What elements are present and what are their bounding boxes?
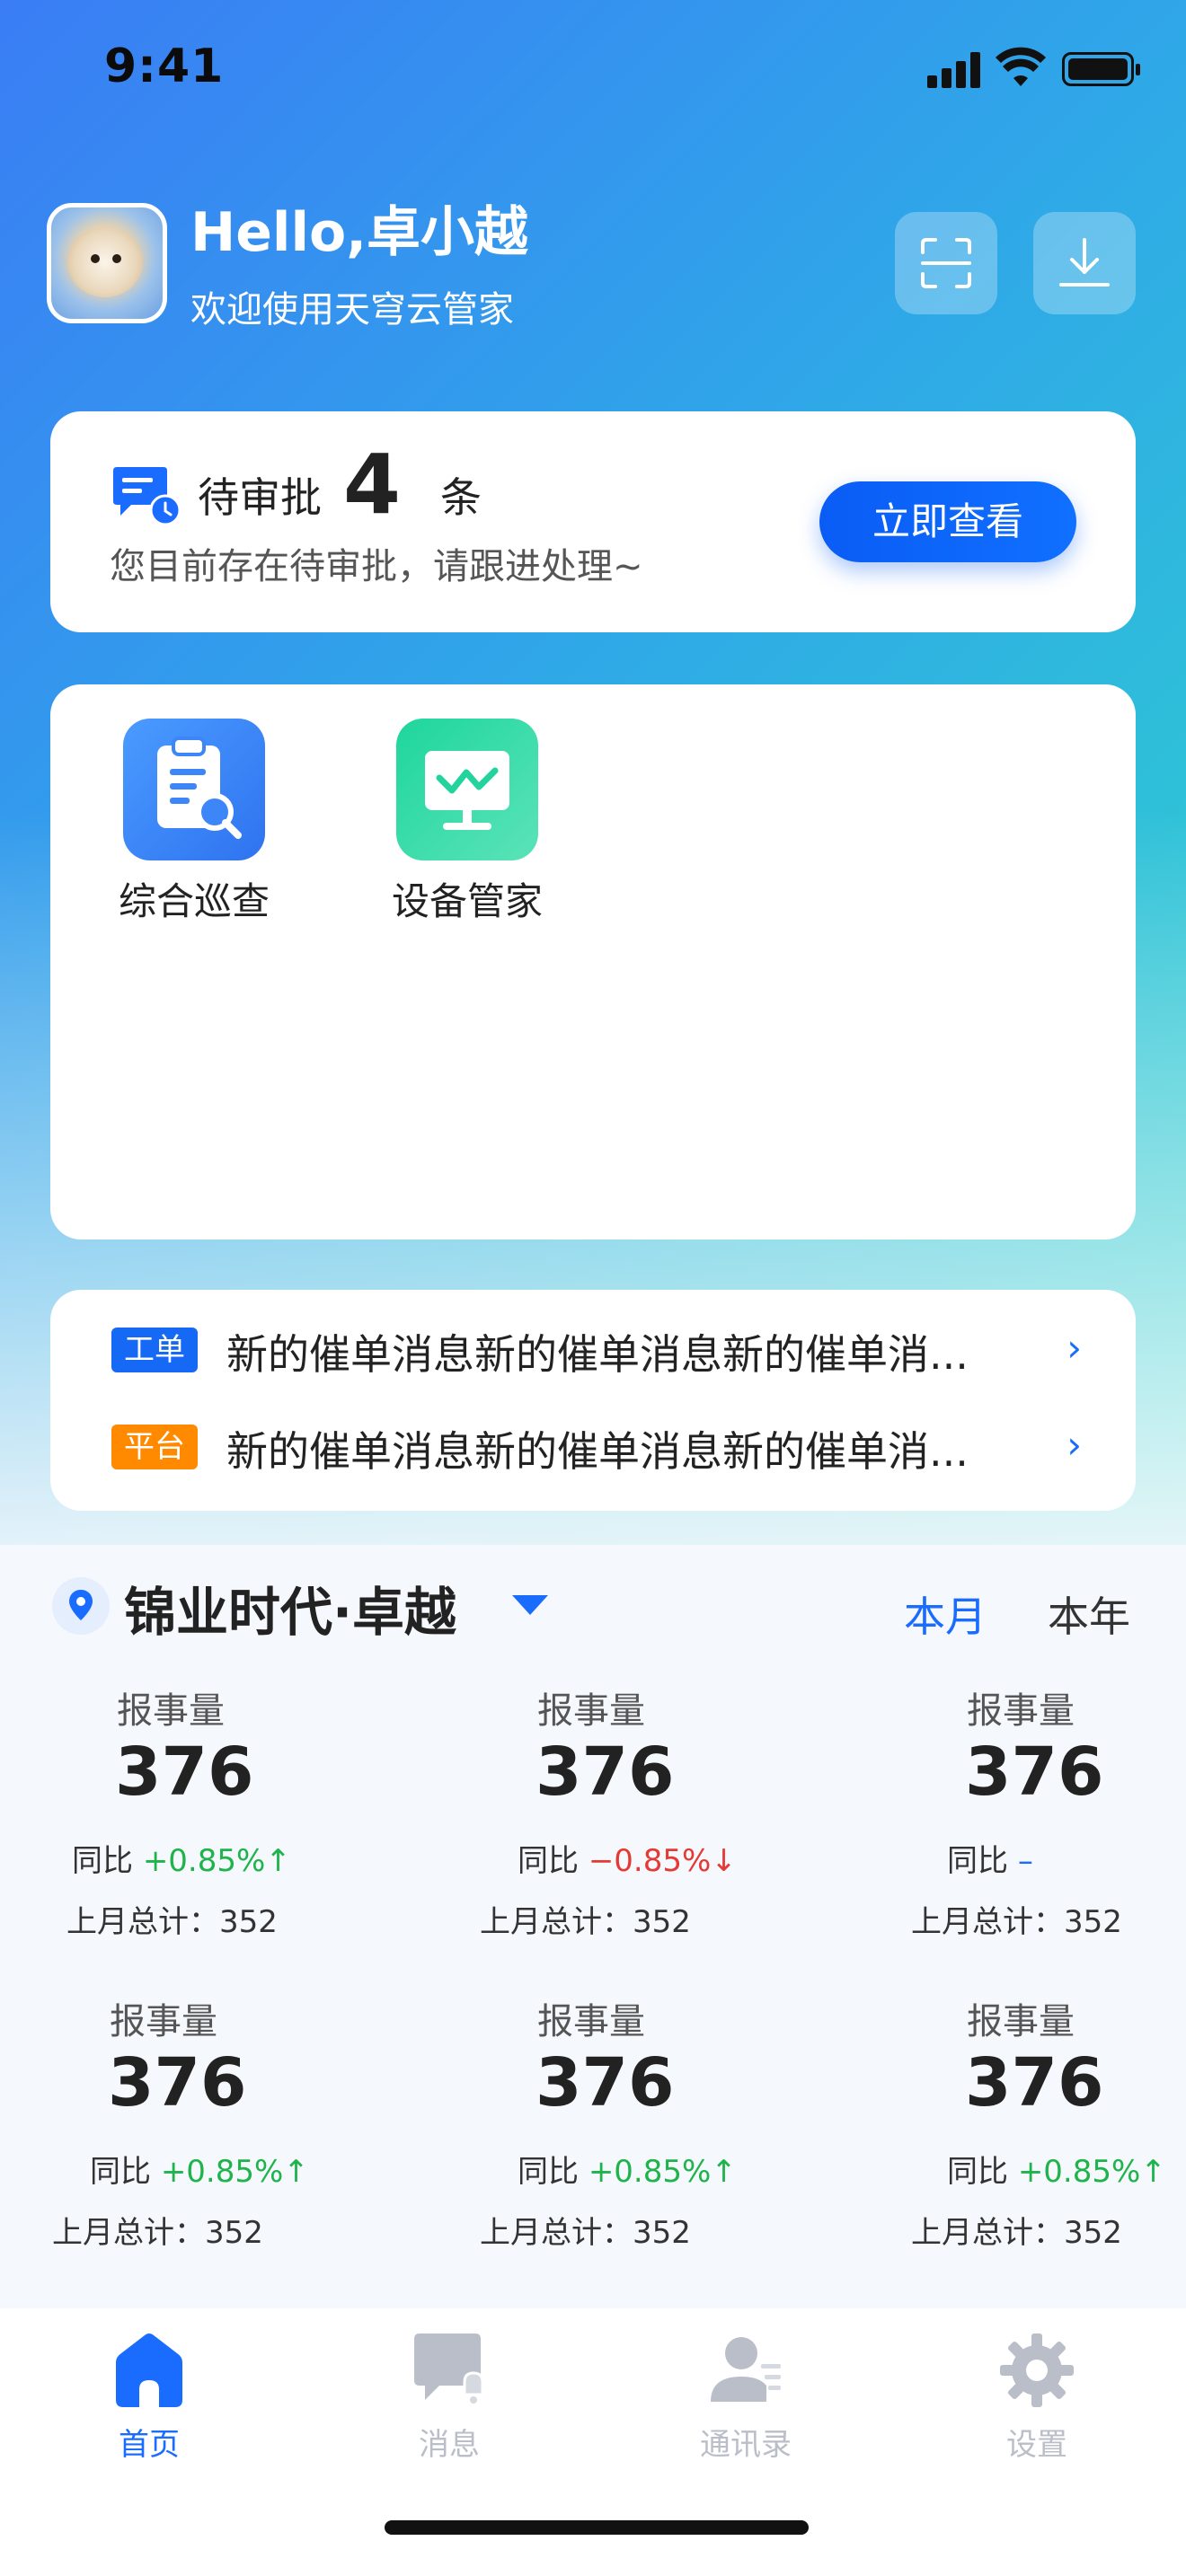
contacts-icon <box>705 2330 786 2411</box>
stat-label: 报事量 <box>967 1690 1075 1732</box>
chevron-right-icon: › <box>1067 1423 1082 1467</box>
app-device-manager-label: 设备管家 <box>391 879 543 923</box>
welcome-subtitle: 欢迎使用天穹云管家 <box>190 289 514 331</box>
scan-icon <box>921 238 971 288</box>
arrow-up-icon: ↑ <box>711 2154 737 2190</box>
user-avatar[interactable] <box>47 203 167 323</box>
location-pin-icon <box>52 1577 110 1635</box>
notice-text: 新的催单消息新的催单消息新的催单消... <box>226 1427 969 1476</box>
period-tab-this-month[interactable]: 本月 <box>904 1584 987 1644</box>
tab-home[interactable]: 首页 <box>59 2330 239 2464</box>
stat-label: 报事量 <box>110 2001 217 2042</box>
tab-home-label: 首页 <box>119 2427 180 2463</box>
stat-value: 376 <box>108 2044 247 2122</box>
pending-approval-card: 待审批 4 条 您目前存在待审批，请跟进处理~ 立即查看 <box>50 411 1136 632</box>
stat-last-month: 上月总计：352 <box>911 1904 1122 1940</box>
download-button[interactable] <box>1033 212 1136 314</box>
chevron-right-icon: › <box>1067 1326 1082 1370</box>
approval-message-icon <box>113 467 181 526</box>
download-icon <box>1059 238 1110 287</box>
period-tab-this-year[interactable]: 本年 <box>1048 1584 1130 1644</box>
cellular-signal-icon <box>927 52 983 88</box>
home-icon <box>109 2330 190 2411</box>
stat-label: 报事量 <box>537 1690 645 1732</box>
stat-yoy: 同比 +0.85%↑ <box>90 2154 309 2190</box>
notice-text: 新的催单消息新的催单消息新的催单消... <box>226 1330 969 1379</box>
tab-settings-label: 设置 <box>1006 2427 1067 2463</box>
scan-button[interactable] <box>895 212 997 314</box>
tab-settings[interactable]: 设置 <box>947 2330 1127 2464</box>
arrow-up-icon: ↑ <box>265 1843 291 1879</box>
stat-last-month: 上月总计：352 <box>66 1904 278 1940</box>
message-icon <box>409 2330 490 2411</box>
stat-value: 376 <box>965 1734 1104 1811</box>
status-bar: 9:41 <box>0 0 1186 135</box>
arrow-up-icon: ↑ <box>283 2154 309 2190</box>
app-inspection[interactable]: 综合巡查 <box>104 719 284 926</box>
location-selector[interactable]: 锦业时代·卓越 <box>124 1570 456 1645</box>
stat-last-month: 上月总计：352 <box>480 2215 691 2251</box>
approval-count: 4 <box>343 437 402 533</box>
stat-value: 376 <box>965 2044 1104 2122</box>
tab-contacts-label: 通讯录 <box>700 2427 792 2463</box>
arrow-up-icon: ↑ <box>1140 2154 1166 2190</box>
stat-value: 376 <box>535 2044 675 2122</box>
stat-yoy: 同比 −0.85%↓ <box>518 1843 737 1879</box>
app-grid-card: 综合巡查 设备管家 <box>50 684 1136 1239</box>
stat-last-month: 上月总计：352 <box>52 2215 263 2251</box>
tab-contacts[interactable]: 通讯录 <box>656 2330 836 2464</box>
stat-value: 376 <box>115 1734 254 1811</box>
tab-messages[interactable]: 消息 <box>359 2330 539 2464</box>
notice-card: 工单 新的催单消息新的催单消息新的催单消... › 平台 新的催单消息新的催单消… <box>50 1290 1136 1511</box>
notice-tag-platform: 平台 <box>111 1425 198 1469</box>
caret-down-icon[interactable] <box>512 1595 548 1615</box>
stat-yoy: 同比 +0.85%↑ <box>947 2154 1166 2190</box>
notice-item[interactable]: 平台 新的催单消息新的催单消息新的催单消... › <box>111 1419 1082 1476</box>
stat-label: 报事量 <box>117 1690 225 1732</box>
home-indicator[interactable] <box>385 2520 809 2535</box>
inspection-icon <box>123 719 265 860</box>
stat-last-month: 上月总计：352 <box>480 1904 691 1940</box>
device-monitor-icon <box>396 719 538 860</box>
approval-unit: 条 <box>440 473 482 522</box>
stat-yoy: 同比 +0.85%↑ <box>518 2154 737 2190</box>
stat-last-month: 上月总计：352 <box>911 2215 1122 2251</box>
settings-icon <box>996 2330 1077 2411</box>
app-device-manager[interactable]: 设备管家 <box>377 719 557 926</box>
stat-label: 报事量 <box>537 2001 645 2042</box>
wifi-icon <box>996 47 1046 86</box>
bottom-tab-bar: 首页 消息 通讯录 设置 <box>0 2308 1186 2576</box>
notice-tag-work-order: 工单 <box>111 1328 198 1372</box>
stat-label: 报事量 <box>967 2001 1075 2042</box>
approval-label: 待审批 <box>198 473 322 522</box>
greeting-title: Hello,卓小越 <box>190 201 529 264</box>
notice-item[interactable]: 工单 新的催单消息新的催单消息新的催单消... › <box>111 1322 1082 1379</box>
stat-yoy: 同比 +0.85%↑ <box>72 1843 291 1879</box>
app-inspection-label: 综合巡查 <box>118 879 270 923</box>
tab-messages-label: 消息 <box>419 2427 480 2463</box>
stat-value: 376 <box>535 1734 675 1811</box>
stat-yoy: 同比 – <box>947 1843 1033 1879</box>
arrow-down-icon: ↓ <box>711 1843 737 1879</box>
approval-message: 您目前存在待审批，请跟进处理~ <box>110 546 643 587</box>
status-time: 9:41 <box>104 40 225 93</box>
view-now-button[interactable]: 立即查看 <box>819 481 1076 562</box>
battery-icon <box>1062 52 1140 86</box>
